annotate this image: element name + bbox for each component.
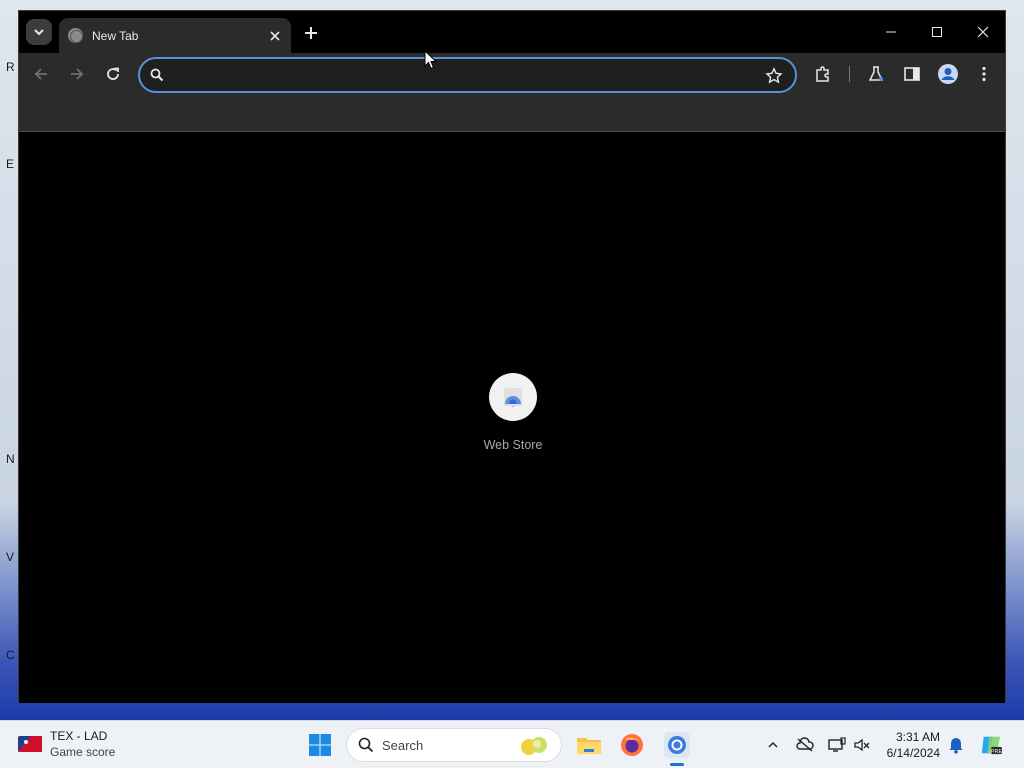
copilot-button[interactable]: PRE [980,734,1002,756]
chrome-window: New Tab Web Store [18,10,1006,703]
folder-icon [577,738,601,754]
desktop-icon-label-fragment[interactable]: V [6,550,14,564]
web-store-icon [504,388,522,407]
chrome-icon [664,732,690,758]
desktop-icon-label-fragment[interactable]: R [6,60,15,74]
arrow-left-icon [34,68,47,80]
search-highlight-icon [521,737,547,755]
bookmark-star-icon[interactable] [765,67,783,85]
maximize-icon [932,27,942,37]
desktop-icon-label-fragment[interactable]: E [6,157,14,171]
tab-title: New Tab [92,28,139,43]
taskbar-search-placeholder: Search [382,737,424,753]
onedrive-button[interactable] [794,734,816,756]
side-panel-button[interactable] [900,62,924,86]
taskbar-clock[interactable]: 3:31 AM 6/14/2024 [878,729,940,761]
minimize-button[interactable] [871,19,911,45]
forward-button[interactable] [65,62,89,86]
extensions-button[interactable] [811,62,835,86]
cloud-offline-icon [796,737,814,752]
file-explorer-button[interactable] [575,731,603,759]
copilot-icon: PRE [981,736,1002,755]
shortcut-tile-web-store[interactable]: Web Store [473,373,553,452]
globe-icon [68,28,83,43]
speaker-muted-icon [854,738,870,752]
search-icon [358,737,374,753]
reload-button[interactable] [101,62,125,86]
shortcut-icon-circle [489,373,537,421]
active-app-indicator [670,763,684,766]
side-panel-icon [904,67,920,81]
chrome-menu-button[interactable] [972,62,996,86]
browser-toolbar [19,53,1005,132]
maximize-button[interactable] [917,19,957,45]
chrome-labs-button[interactable] [864,62,888,86]
arrow-right-icon [71,68,84,80]
desktop-icon-label-fragment[interactable]: N [6,452,15,466]
new-tab-page: Web Store [19,133,1005,703]
chevron-down-icon [34,29,44,36]
firefox-icon [621,734,643,756]
search-icon [150,68,164,82]
close-icon [977,26,989,38]
clock-time: 3:31 AM [895,730,940,744]
profile-button[interactable] [936,62,960,86]
tab-new-tab[interactable]: New Tab [59,18,291,53]
volume-button[interactable] [851,734,873,756]
minimize-icon [886,31,896,33]
network-button[interactable] [826,734,848,756]
chrome-taskbar-button[interactable] [663,731,691,759]
bell-icon [949,738,963,754]
widgets-button[interactable]: TEX - LAD Game score [18,729,115,759]
more-vertical-icon [982,66,986,82]
close-icon [270,30,280,41]
reload-icon [107,67,119,80]
start-button[interactable] [308,733,332,757]
plus-icon [305,27,317,39]
new-tab-button[interactable] [299,21,323,45]
mouse-cursor-icon [424,50,438,70]
tab-strip: New Tab [19,11,1005,53]
windows-taskbar: TEX - LAD Game score Search 3:31 AM 6/14… [0,720,1024,768]
address-bar[interactable] [138,57,797,93]
address-input[interactable] [174,66,754,86]
chevron-up-icon [768,741,778,748]
mlb-logo-icon [18,736,42,752]
firefox-button[interactable] [618,731,646,759]
windows-logo-icon [309,734,331,756]
flask-icon [868,66,884,81]
taskbar-search-box[interactable]: Search [346,728,562,762]
widget-subtitle: Game score [50,745,116,759]
toolbar-divider [849,66,850,82]
notifications-button[interactable] [945,734,967,756]
tab-search-button[interactable] [26,19,52,45]
puzzle-piece-icon [816,66,829,82]
tab-close-button[interactable] [265,26,285,46]
avatar-icon [938,64,958,84]
desktop-icon-label-fragment[interactable]: C [6,648,15,662]
svg-text:PRE: PRE [991,749,1002,755]
show-hidden-icons-button[interactable] [762,734,784,756]
close-window-button[interactable] [963,19,1003,45]
clock-date: 6/14/2024 [886,746,940,760]
network-icon [828,737,846,752]
shortcut-label: Web Store [483,438,543,452]
back-button[interactable] [29,62,53,86]
widget-text: TEX - LAD Game score [50,729,115,759]
widget-title: TEX - LAD [50,729,108,743]
